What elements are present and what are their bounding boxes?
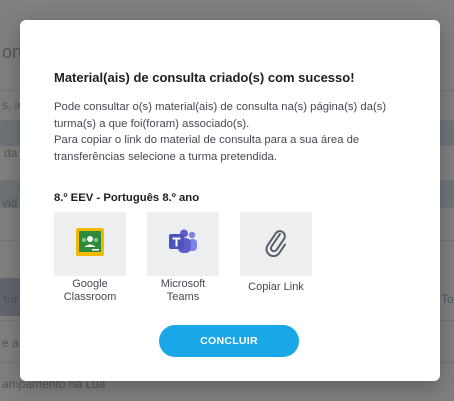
google-classroom-tile[interactable]	[54, 212, 126, 276]
option-label-line: Google	[72, 278, 108, 290]
option-label-line: Classroom	[63, 291, 117, 303]
concluir-button[interactable]: CONCLUIR	[159, 325, 299, 357]
google-classroom-icon	[75, 227, 105, 262]
google-classroom-label: Google Classroom	[54, 278, 126, 304]
dialog-paragraph: Para copiar o link do material de consul…	[54, 134, 360, 163]
microsoft-teams-option[interactable]: Microsoft Teams	[147, 212, 219, 304]
option-label-line: Microsoft	[160, 278, 206, 290]
dialog-message: Pode consultar o(s) material(ais) de con…	[54, 99, 414, 165]
class-name: 8.º EEV - Português 8.º ano	[54, 192, 200, 204]
copy-link-label: Copiar Link	[240, 281, 312, 294]
copy-link-tile[interactable]	[240, 212, 312, 276]
dialog-title: Material(ais) de consulta criado(s) com …	[54, 70, 355, 85]
paperclip-icon	[262, 227, 290, 262]
google-classroom-option[interactable]: Google Classroom	[54, 212, 126, 304]
microsoft-teams-label: Microsoft Teams	[147, 278, 219, 304]
success-dialog: Material(ais) de consulta criado(s) com …	[20, 20, 440, 381]
option-label-line: Copiar Link	[248, 281, 304, 293]
option-label-line: Teams	[166, 291, 200, 303]
microsoft-teams-tile[interactable]	[147, 212, 219, 276]
copy-link-option[interactable]: Copiar Link	[240, 212, 312, 294]
microsoft-teams-icon	[167, 227, 199, 262]
dialog-paragraph: Pode consultar o(s) material(ais) de con…	[54, 101, 387, 130]
